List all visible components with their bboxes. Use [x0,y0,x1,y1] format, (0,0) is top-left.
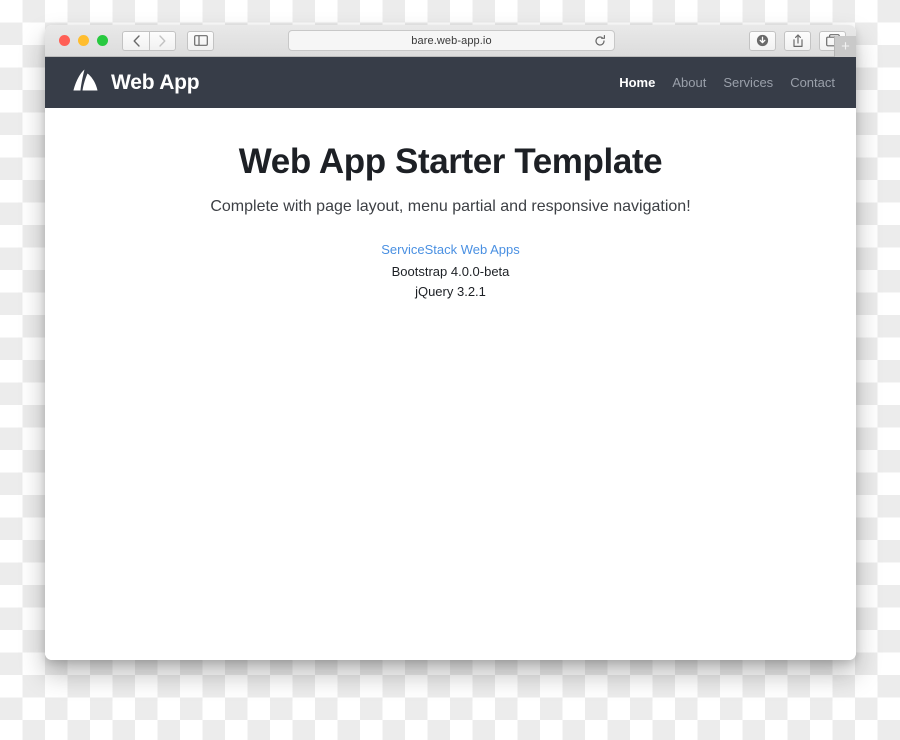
share-button[interactable] [784,30,811,51]
reload-icon[interactable] [594,34,606,47]
new-tab-button[interactable]: + [834,36,856,57]
brand[interactable]: Web App [70,67,200,98]
navigation-buttons [122,30,176,51]
minimize-window-button[interactable] [78,35,89,46]
brand-text: Web App [111,70,200,94]
servicestack-web-apps-link[interactable]: ServiceStack Web Apps [381,242,520,257]
address-bar[interactable]: bare.web-app.io [288,30,615,51]
servicestack-fin-logo-icon [70,67,100,98]
nav-link-services[interactable]: Services [723,75,773,90]
address-url-text: bare.web-app.io [411,34,492,47]
nav-link-contact[interactable]: Contact [790,75,835,90]
forward-button[interactable] [149,30,176,51]
list-item: Bootstrap 4.0.0-beta [391,264,510,280]
browser-toolbar: bare.web-app.io + [45,25,856,57]
list-item: jQuery 3.2.1 [415,284,486,300]
sidebar-toggle-button[interactable] [187,30,214,51]
page-title: Web App Starter Template [238,142,663,181]
zoom-window-button[interactable] [97,35,108,46]
site-navbar: Web App Home About Services Contact [45,57,856,108]
nav-link-about[interactable]: About [672,75,706,90]
info-list: ServiceStack Web Apps Bootstrap 4.0.0-be… [45,238,856,302]
page-content: Web App Starter Template Complete with p… [45,108,856,660]
close-window-button[interactable] [59,35,70,46]
nav-links: Home About Services Contact [619,75,835,90]
browser-window: bare.web-app.io + Web App Home About Ser… [45,25,856,660]
page-viewport: Web App Home About Services Contact Web … [45,57,856,660]
downloads-button[interactable] [749,30,776,51]
back-button[interactable] [122,30,149,51]
list-item: ServiceStack Web Apps [45,238,856,262]
nav-link-home[interactable]: Home [619,75,655,90]
page-subtitle: Complete with page layout, menu partial … [210,198,691,215]
window-controls [59,35,108,46]
